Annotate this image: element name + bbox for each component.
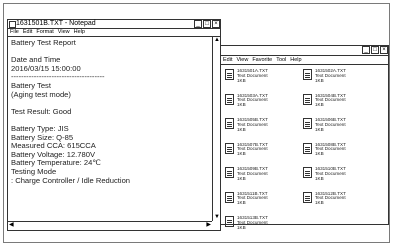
notepad-titlebar: 1631501B.TXT - Notepad _ □ ×: [8, 20, 220, 29]
text-document-icon: [303, 93, 312, 105]
explorer-window-controls: _ □ ×: [361, 46, 388, 54]
file-list: 1631501A.TXT Text Document 1KB 1631502A.TXT…: [220, 65, 388, 229]
file-info: 1631501A.TXT Text Document 1KB: [237, 68, 268, 83]
scroll-up-icon[interactable]: ▲: [214, 37, 220, 44]
menu-tool[interactable]: Tool: [276, 56, 286, 64]
menu-file[interactable]: File: [10, 29, 19, 36]
file-size: 1KB: [315, 175, 324, 181]
maximize-icon[interactable]: □: [203, 20, 211, 28]
text-line: (Aging test mode): [11, 89, 71, 99]
notepad-menubar: File Edit Format View Help: [8, 29, 220, 37]
file-info: 1631507B.TXT Text Document 1KB: [237, 142, 268, 157]
file-item[interactable]: 1631507B.TXT Text Document 1KB: [225, 142, 297, 167]
text-document-icon: [225, 216, 234, 227]
file-info: 1631511B.TXT Text Document 1KB: [237, 191, 268, 206]
file-item[interactable]: 1631511B.TXT Text Document 1KB: [225, 191, 297, 216]
file-item[interactable]: 1631503A.TXT Text Document 1KB: [225, 93, 297, 118]
vertical-scrollbar[interactable]: ▲ ▼: [212, 37, 220, 221]
file-item[interactable]: 1631513B.TXT Text Document 1KB: [225, 215, 297, 240]
menu-favorite[interactable]: Favorite: [252, 56, 272, 64]
file-info: 1631503A.TXT Text Document 1KB: [237, 93, 268, 108]
text-document-icon: [225, 142, 234, 154]
window-title: 1631501B.TXT - Notepad: [16, 20, 96, 27]
notepad-window: 1631501B.TXT - Notepad _ □ × File Edit F…: [7, 19, 221, 231]
file-size: 1KB: [315, 200, 324, 206]
menu-edit[interactable]: Edit: [23, 29, 32, 36]
file-info: 1631509B.TXT Text Document 1KB: [237, 166, 268, 181]
horizontal-scrollbar[interactable]: ◀ ▶: [8, 221, 212, 230]
file-info: 1631508B.TXT Text Document 1KB: [315, 142, 346, 157]
scroll-right-icon[interactable]: ▶: [206, 222, 211, 229]
scroll-left-icon[interactable]: ◀: [9, 222, 14, 229]
file-info: 1631504B.TXT Text Document 1KB: [315, 93, 346, 108]
file-item[interactable]: 1631512B.TXT Text Document 1KB: [303, 191, 375, 216]
notepad-app-icon: [9, 21, 16, 28]
menu-view[interactable]: View: [58, 29, 70, 36]
file-item[interactable]: 1631509B.TXT Text Document 1KB: [225, 166, 297, 191]
file-info: 1631510B.TXT Text Document 1KB: [315, 166, 346, 181]
notepad-window-controls: _ □ ×: [193, 20, 220, 28]
file-info: 1631502A.TXT Text Document 1KB: [315, 68, 346, 83]
text-document-icon: [225, 167, 234, 178]
close-icon[interactable]: ×: [212, 20, 220, 28]
menu-help[interactable]: Help: [290, 56, 301, 64]
file-info: 1631513B.TXT Text Document 1KB: [237, 215, 268, 230]
text-document-icon: [303, 191, 312, 203]
text-document-icon: [225, 93, 234, 105]
maximize-icon[interactable]: □: [371, 46, 379, 54]
minimize-icon[interactable]: _: [362, 46, 370, 54]
text-document-icon: [225, 191, 234, 203]
file-size: 1KB: [237, 77, 246, 83]
menu-format[interactable]: Format: [36, 29, 53, 36]
file-item[interactable]: 1631502A.TXT Text Document 1KB: [303, 68, 375, 93]
file-item[interactable]: 1631510B.TXT Text Document 1KB: [303, 166, 375, 191]
file-size: 1KB: [237, 224, 246, 230]
text-document-icon: [303, 142, 312, 154]
file-size: 1KB: [315, 77, 324, 83]
menu-view[interactable]: View: [236, 56, 248, 64]
file-size: 1KB: [237, 151, 246, 157]
text-document-icon: [225, 69, 234, 80]
text-line: Battery Test Report: [11, 38, 76, 47]
file-info: 1631505B.TXT Text Document 1KB: [237, 117, 268, 132]
file-size: 1KB: [315, 151, 324, 157]
text-line: : Charge Controller / Idle Reduction: [11, 175, 131, 185]
file-item[interactable]: 1631506B.TXT Text Document 1KB: [303, 117, 375, 142]
file-size: 1KB: [237, 200, 246, 206]
file-size: 1KB: [237, 102, 246, 108]
text-document-icon: [225, 118, 234, 129]
explorer-titlebar: _ □ ×: [220, 46, 388, 56]
file-info: 1631512B.TXT Text Document 1KB: [315, 191, 346, 206]
menu-help[interactable]: Help: [74, 29, 85, 36]
file-size: 1KB: [315, 102, 324, 108]
notepad-text-area[interactable]: Battery Test Report Date and Time 2016/03/…: [8, 37, 212, 221]
file-size: 1KB: [315, 126, 324, 132]
file-size: 1KB: [237, 175, 246, 181]
close-icon[interactable]: ×: [380, 46, 388, 54]
text-document-icon: [303, 167, 312, 178]
explorer-window: _ □ × Edit View Favorite Tool Help 16315…: [219, 45, 389, 229]
menu-edit[interactable]: Edit: [223, 56, 232, 64]
scroll-down-icon[interactable]: ▼: [214, 214, 220, 221]
minimize-icon[interactable]: _: [194, 20, 202, 28]
file-size: 1KB: [237, 126, 246, 132]
text-document-icon: [303, 118, 312, 129]
text-line: Test Result: Good: [11, 106, 72, 116]
file-item[interactable]: 1631505B.TXT Text Document 1KB: [225, 117, 297, 142]
file-item[interactable]: 1631504B.TXT Text Document 1KB: [303, 93, 375, 118]
explorer-menubar: Edit View Favorite Tool Help: [220, 56, 388, 65]
file-item[interactable]: 1631501A.TXT Text Document 1KB: [225, 68, 297, 93]
file-info: 1631506B.TXT Text Document 1KB: [315, 117, 346, 132]
text-document-icon: [303, 69, 312, 80]
file-item[interactable]: 1631508B.TXT Text Document 1KB: [303, 142, 375, 167]
